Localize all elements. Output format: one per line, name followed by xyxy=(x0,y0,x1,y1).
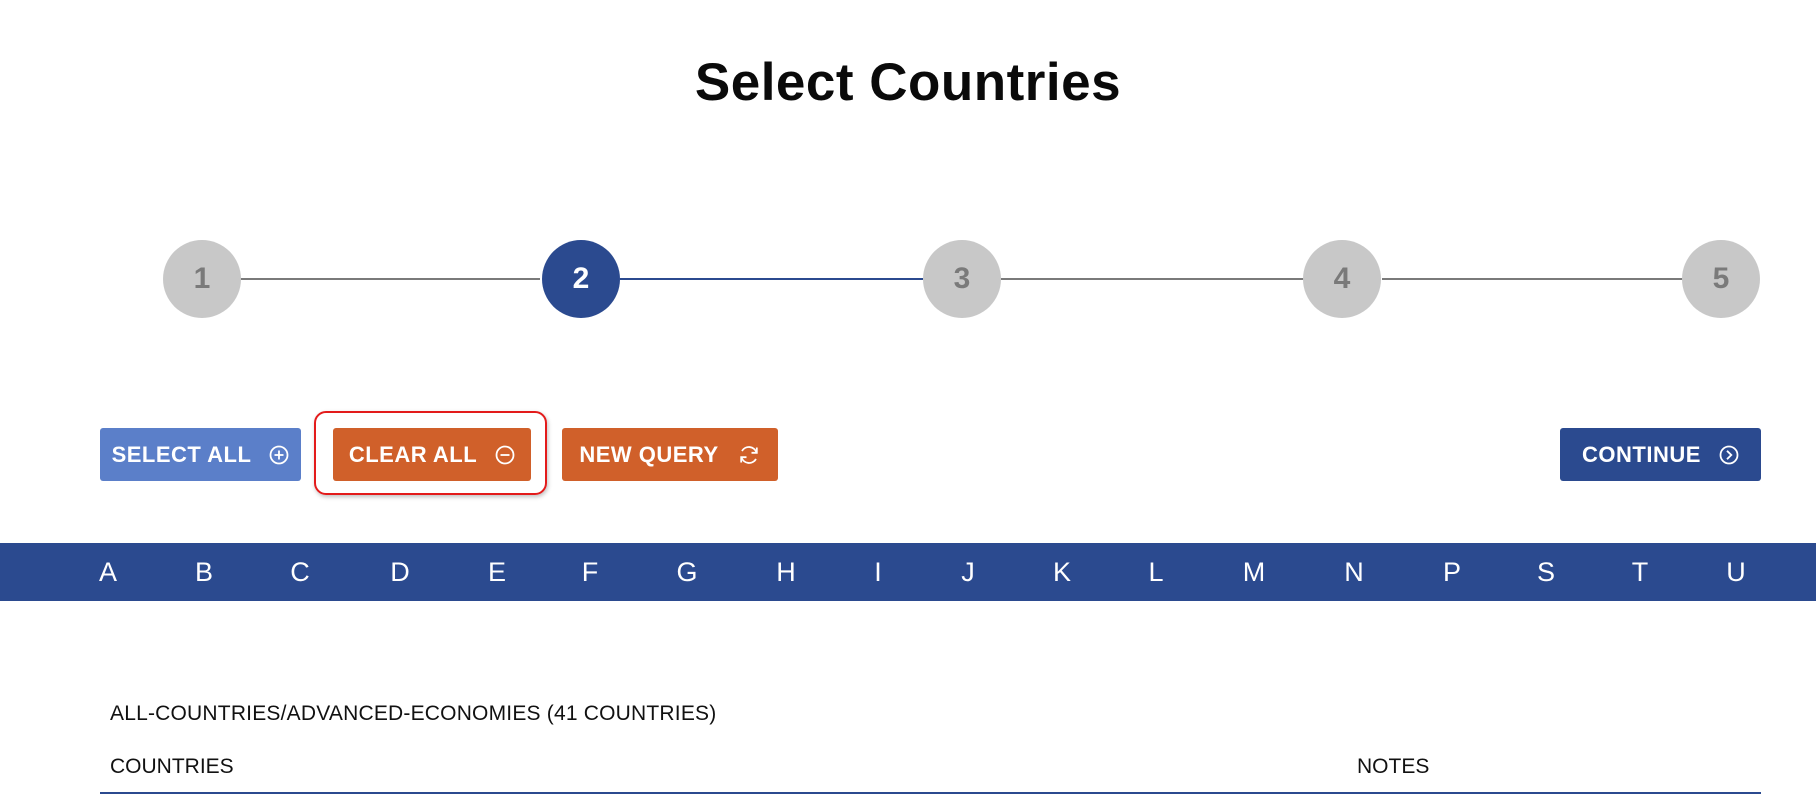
alphabet-letter-l[interactable]: L xyxy=(1148,543,1163,601)
alphabet-letter-m[interactable]: M xyxy=(1243,543,1266,601)
alphabet-letter-i[interactable]: I xyxy=(874,543,882,601)
new-query-label: NEW QUERY xyxy=(579,441,719,467)
alphabet-letter-b[interactable]: B xyxy=(195,543,213,601)
alphabet-letter-u[interactable]: U xyxy=(1726,543,1746,601)
step-connector xyxy=(1382,278,1683,280)
plus-circle-icon xyxy=(270,445,289,464)
progress-stepper: 1 2 3 4 5 xyxy=(0,0,1816,811)
alphabet-letter-a[interactable]: A xyxy=(99,543,117,601)
alphabet-letter-f[interactable]: F xyxy=(582,543,599,601)
section-title: ALL-COUNTRIES/ADVANCED-ECONOMIES (41 COU… xyxy=(110,702,717,725)
select-all-label: SELECT ALL xyxy=(111,441,252,467)
new-query-button[interactable]: NEW QUERY xyxy=(562,428,778,481)
page-title: Select Countries xyxy=(694,53,1122,112)
step-3[interactable]: 3 xyxy=(923,240,1001,318)
clear-all-label: CLEAR ALL xyxy=(348,441,478,467)
chevron-right-circle-icon xyxy=(1719,445,1739,464)
step-2-current[interactable]: 2 xyxy=(542,240,620,318)
alphabet-letter-d[interactable]: D xyxy=(390,543,410,601)
continue-label: CONTINUE xyxy=(1582,441,1701,467)
alphabet-letter-t[interactable]: T xyxy=(1632,543,1649,601)
column-header-notes: NOTES xyxy=(1357,755,1430,778)
minus-circle-icon xyxy=(495,445,515,464)
alphabet-letter-k[interactable]: K xyxy=(1053,543,1071,601)
step-connector xyxy=(1001,278,1304,280)
alphabet-letter-e[interactable]: E xyxy=(488,543,506,601)
clear-all-button[interactable]: CLEAR ALL xyxy=(333,428,531,481)
step-5[interactable]: 5 xyxy=(1682,240,1760,318)
step-connector-active xyxy=(620,278,923,280)
alphabet-letter-n[interactable]: N xyxy=(1344,543,1364,601)
step-1[interactable]: 1 xyxy=(163,240,241,318)
alphabet-letter-p[interactable]: P xyxy=(1443,543,1461,601)
continue-button[interactable]: CONTINUE xyxy=(1560,428,1761,481)
column-header-countries: COUNTRIES xyxy=(110,755,234,778)
step-4[interactable]: 4 xyxy=(1303,240,1381,318)
alphabet-letter-j[interactable]: J xyxy=(961,543,975,601)
alphabet-letter-s[interactable]: S xyxy=(1537,543,1555,601)
alphabet-letter-h[interactable]: H xyxy=(776,543,796,601)
select-all-button[interactable]: SELECT ALL xyxy=(100,428,301,481)
alphabet-letter-g[interactable]: G xyxy=(676,543,697,601)
step-connector xyxy=(240,278,540,280)
alphabet-filter-bar: A B C D E F G H I J K L M N P S T U xyxy=(0,543,1816,601)
table-header-divider xyxy=(100,792,1761,794)
alphabet-letter-c[interactable]: C xyxy=(290,543,310,601)
refresh-icon xyxy=(739,445,758,464)
